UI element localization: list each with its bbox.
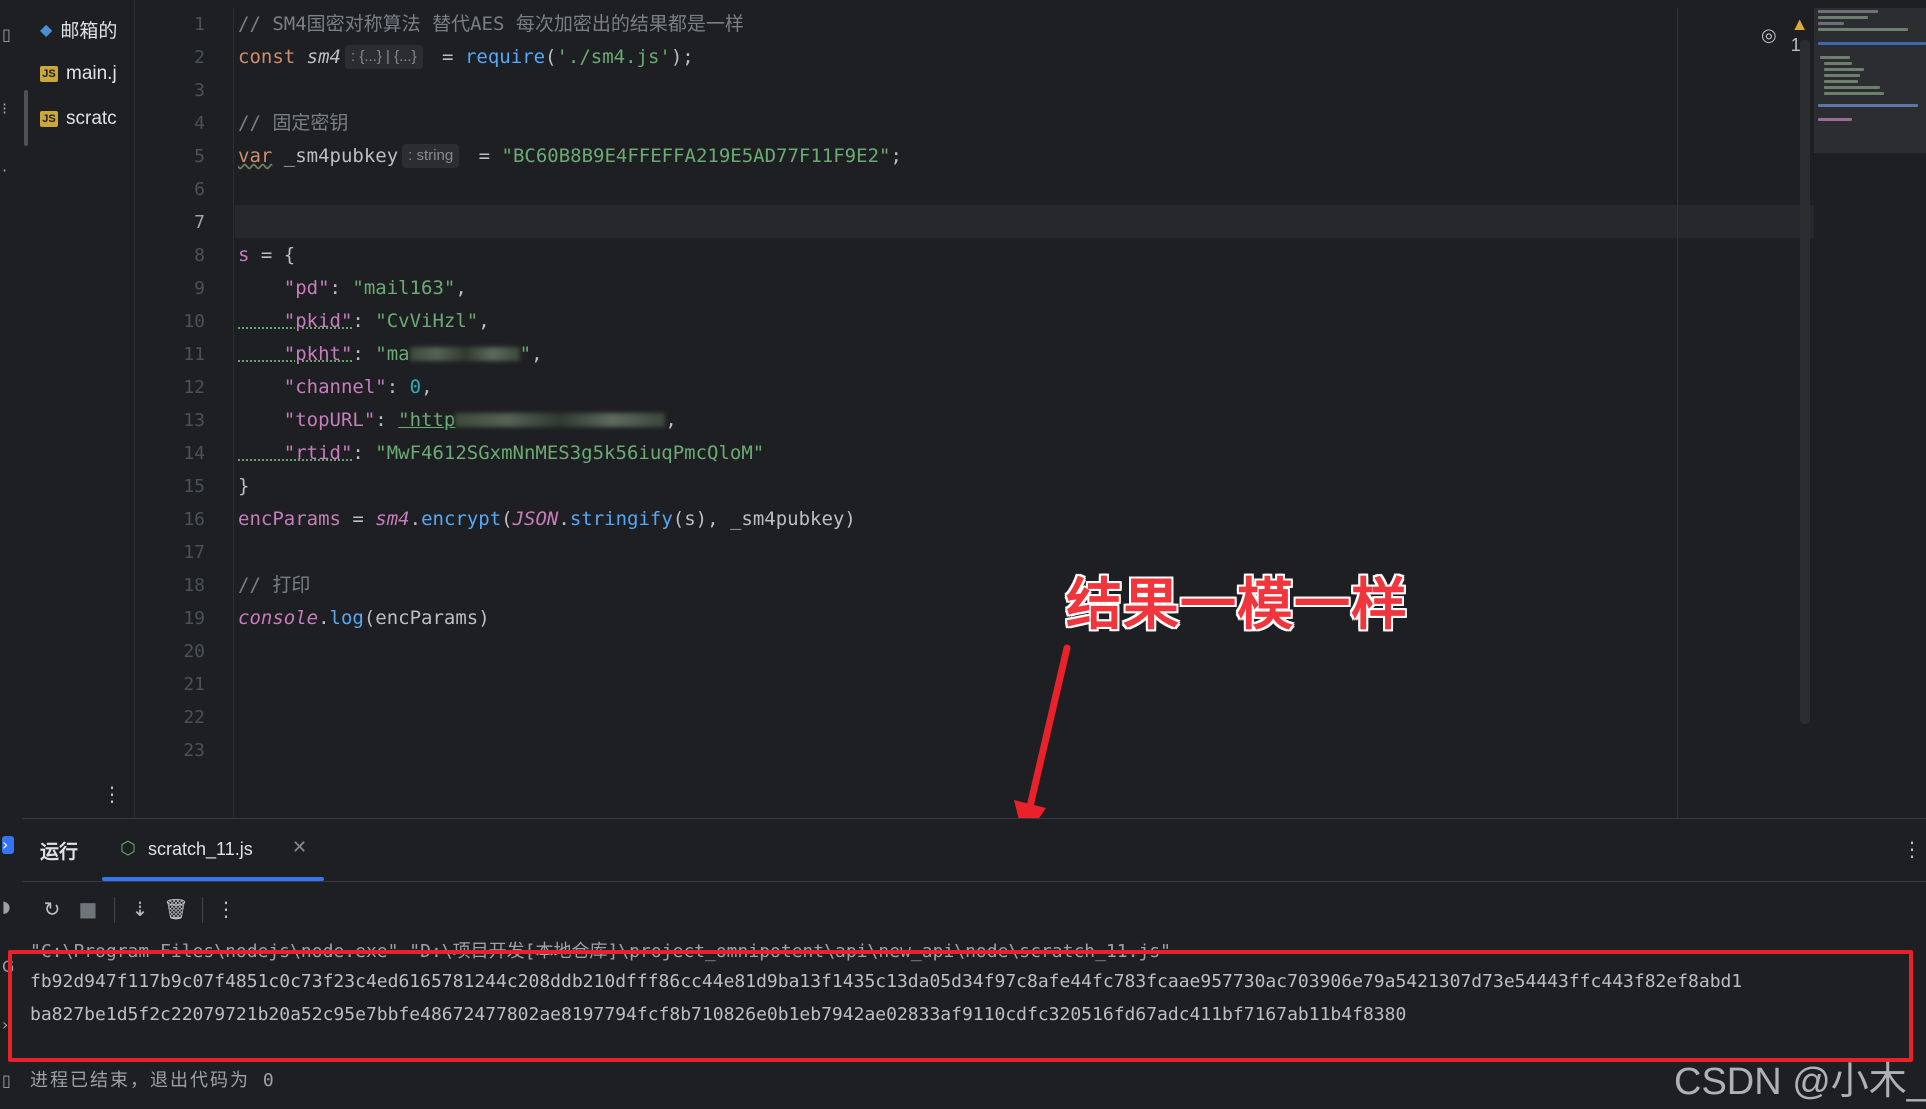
tree-scrollbar[interactable] [24, 90, 28, 146]
tab-scratch-11[interactable]: ⬡ scratch_11.js ✕ [102, 819, 324, 881]
line-number: 8 [194, 245, 205, 266]
stop-icon[interactable]: ■ [74, 895, 102, 923]
gutter-divider [233, 8, 234, 818]
line-number-gutter: 1 2 3 4 5 6 7 8 9 10 11 12 13 14 15 16 17 18 19 20 21 22 23 [135, 8, 235, 818]
file-name: 邮箱的 [60, 20, 118, 42]
code-minimap[interactable] [1814, 8, 1926, 153]
code-line-10[interactable]: "pkid": "CvViHzl", [238, 305, 490, 338]
code-line-5[interactable]: var _sm4pubkey: string = "BC60B8B9E4FFEF… [238, 140, 902, 173]
nodejs-icon: ⬡ [120, 838, 136, 859]
output-exit-message: 进程已结束，退出代码为 0 [30, 1070, 276, 1091]
more-tools-icon[interactable]: · [2, 162, 20, 180]
annotation-arrow [1014, 644, 1071, 840]
close-icon[interactable]: ✕ [292, 837, 307, 858]
line-number: 19 [183, 608, 205, 629]
line-number: 14 [183, 443, 205, 464]
js-file-icon: JS [40, 66, 58, 82]
python-icon: ◆ [40, 19, 53, 39]
line-number: 16 [183, 509, 205, 530]
line-number: 22 [183, 707, 205, 728]
line-number: 5 [194, 146, 205, 167]
type-hint: : string [402, 144, 460, 168]
run-toolbar: ↻ ■ ⇣ 🗑 ⋮ [22, 881, 1926, 937]
file-item-main[interactable]: JS main.j [40, 59, 117, 89]
line-number: 18 [183, 575, 205, 596]
editor-scrollbar[interactable] [1800, 40, 1810, 724]
line-number: 9 [194, 278, 205, 299]
line-number: 11 [183, 344, 205, 365]
code-line-14[interactable]: "rtid": "MwF4612SGxmNnMES3g5k56iuqPmcQlo… [238, 437, 764, 470]
line-number: 6 [194, 179, 205, 200]
js-file-icon: JS [40, 111, 58, 127]
toolbar-divider [114, 897, 115, 923]
reader-mode-icon[interactable]: ◎ [1761, 25, 1777, 46]
line-number: 3 [194, 80, 205, 101]
problems-tool-icon[interactable]: ▯ [2, 1072, 20, 1090]
file-name: main.j [66, 63, 117, 84]
more-options-icon[interactable]: ⋮ [1902, 837, 1922, 861]
watermark: CSDN @小木_. [1674, 1061, 1926, 1103]
project-file-tree: ◆ 邮箱的 JS main.j JS scratc ⋮ [22, 0, 135, 818]
line-number: 2 [194, 47, 205, 68]
code-line-13[interactable]: "topURL": "http, [238, 404, 677, 437]
file-name: scratc [66, 108, 117, 129]
code-line-16[interactable]: encParams = sm4.encrypt(JSON.stringify(s… [238, 503, 856, 536]
line-number: 1 [194, 14, 205, 35]
more-options-icon[interactable]: ⋮ [212, 895, 240, 923]
line-number: 13 [183, 410, 205, 431]
warning-icon: ▲ [1790, 14, 1809, 34]
code-line-8[interactable]: s = { [238, 239, 295, 272]
line-number: 15 [183, 476, 205, 497]
tab-label: scratch_11.js [148, 839, 253, 859]
code-line-19[interactable]: console.log(encParams) [238, 602, 490, 635]
scroll-to-end-icon[interactable]: ⇣ [126, 895, 154, 923]
code-editor[interactable]: 1 2 3 4 5 6 7 8 9 10 11 12 13 14 15 16 17 18 19 20 21 22 23 //… [135, 8, 1814, 818]
redacted-url [455, 413, 666, 427]
project-tool-icon[interactable]: ▯ [2, 26, 20, 44]
line-number: 12 [183, 377, 205, 398]
annotation-label: 结果一模一样 [1066, 573, 1408, 638]
run-panel-title: 运行 [40, 842, 79, 863]
file-item-mailbox[interactable]: ◆ 邮箱的 [40, 14, 117, 44]
current-line-highlight [235, 205, 1814, 238]
line-number: 17 [183, 542, 205, 563]
line-number: 20 [183, 641, 205, 662]
line-number: 10 [183, 311, 205, 332]
code-line-12[interactable]: "channel": 0, [238, 371, 433, 404]
code-line-2[interactable]: const sm4: {...} | {...} = require('./sm… [238, 41, 694, 74]
code-line-1[interactable]: // SM4国密对称算法 替代AES 每次加密出的结果都是一样 [238, 8, 744, 41]
output-highlight-box [8, 950, 1913, 1062]
run-tab-bar: 运行 ⬡ scratch_11.js ✕ ⋮ [22, 819, 1926, 882]
file-item-scratch[interactable]: JS scratc [40, 104, 117, 134]
line-number: 4 [194, 113, 205, 134]
line-number: 7 [194, 212, 205, 233]
code-line-9[interactable]: "pd": "mail163", [238, 272, 467, 305]
tool-window-strip: ▯ ⁝ · › ◗ G › ▯ [0, 0, 23, 1108]
code-line-18[interactable]: // 打印 [238, 569, 310, 602]
code-line-11[interactable]: "pkht": "ma ", [238, 338, 543, 371]
line-number: 23 [183, 740, 205, 761]
code-line-15[interactable]: } [238, 470, 249, 503]
right-margin-guide [1677, 8, 1678, 818]
code-line-4[interactable]: // 固定密钥 [238, 107, 348, 140]
clear-output-icon[interactable]: 🗑 [162, 895, 190, 923]
redacted-text [409, 347, 520, 361]
type-hint: : {...} | {...} [344, 45, 423, 69]
line-number: 21 [183, 674, 205, 695]
run-tool-icon[interactable]: › [2, 836, 14, 854]
toolbar-divider [202, 897, 203, 923]
more-options-icon[interactable]: ⋮ [102, 782, 122, 806]
structure-tool-icon[interactable]: ⁝ [2, 100, 20, 118]
debug-tool-icon[interactable]: ◗ [2, 898, 20, 916]
rerun-icon[interactable]: ↻ [38, 895, 66, 923]
